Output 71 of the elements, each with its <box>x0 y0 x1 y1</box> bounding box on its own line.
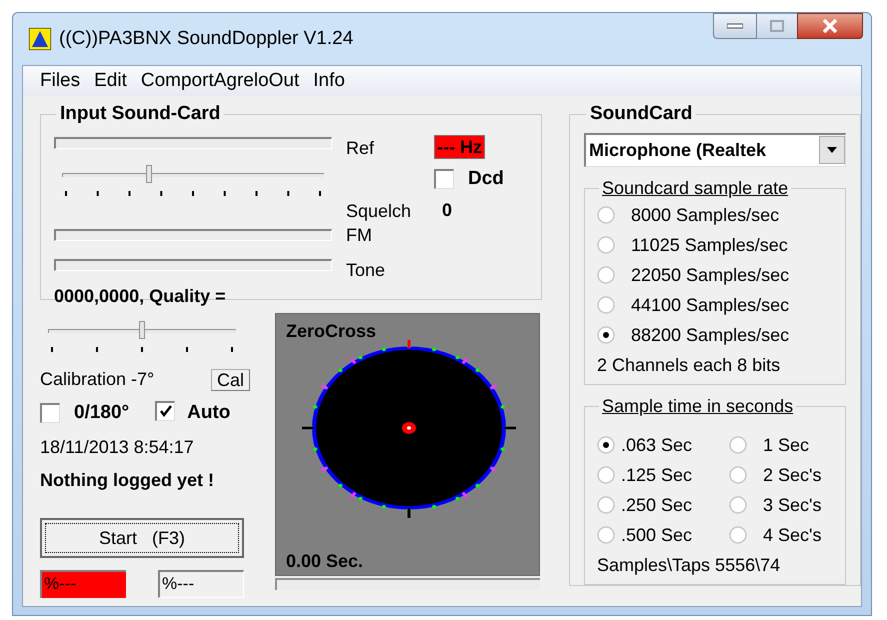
dropdown-arrow-icon <box>827 147 837 153</box>
app-logo-icon <box>29 28 51 50</box>
slider-thumb[interactable] <box>146 164 152 182</box>
radio-button[interactable] <box>729 496 747 514</box>
radio-button[interactable] <box>597 436 615 454</box>
menu-item[interactable]: Edit <box>87 66 134 96</box>
checkbox-label: 0/180° <box>74 401 130 425</box>
group-title: SoundCard <box>589 102 694 126</box>
radio-button[interactable] <box>597 296 615 314</box>
checkbox-label: Auto <box>187 401 230 425</box>
radio-button[interactable] <box>597 236 615 254</box>
squelch-value: 0 <box>442 199 454 222</box>
minimize-icon <box>727 23 743 29</box>
menu-item[interactable]: Files <box>33 66 88 96</box>
frequency-readout: --- Hz <box>434 134 485 158</box>
radio-button[interactable] <box>597 526 615 544</box>
menu-item[interactable]: ComportAgreloOut <box>134 66 306 96</box>
minimize-button[interactable] <box>713 13 757 39</box>
calibration-label: Calibration -7° <box>40 368 154 391</box>
maximize-icon <box>770 20 784 32</box>
close-icon <box>822 19 838 33</box>
radio-button[interactable] <box>597 266 615 284</box>
radio-button[interactable] <box>597 326 615 344</box>
radio-label[interactable]: 44100 Samples/sec <box>631 294 790 316</box>
radio-label[interactable]: .500 Sec <box>621 524 692 546</box>
group-title: Sample time in seconds <box>601 394 794 418</box>
radio-label[interactable]: 88200 Samples/sec <box>631 324 790 346</box>
auto-checkbox[interactable] <box>155 400 176 420</box>
radio-label[interactable]: 8000 Samples/sec <box>631 204 780 226</box>
slider-label: Squelch <box>346 200 412 223</box>
checkbox-label: Dcd <box>468 166 504 190</box>
group-info: Samples\Taps 5556\74 <box>597 554 782 577</box>
radio-label[interactable]: .250 Sec <box>621 494 692 516</box>
radio-label[interactable]: 11025 Samples/sec <box>631 234 788 256</box>
radio-label[interactable]: 1 Sec <box>763 434 810 456</box>
radio-button[interactable] <box>597 206 615 224</box>
start-button[interactable]: Start (F3) <box>40 518 244 558</box>
meter-label: Tone <box>346 258 386 282</box>
dcd-checkbox[interactable] <box>434 168 454 189</box>
radio-label[interactable]: 3 Sec's <box>763 494 822 516</box>
group-title: Input Sound-Card <box>59 102 222 126</box>
radio-button[interactable] <box>597 466 615 484</box>
radio-button[interactable] <box>597 496 615 514</box>
radio-label[interactable]: 22050 Samples/sec <box>631 264 790 286</box>
position-quality: 0000,0000, Quality = <box>54 284 227 308</box>
radio-label[interactable]: 2 Sec's <box>763 464 822 486</box>
slider[interactable] <box>48 321 236 341</box>
meter-label: Ref <box>346 136 376 160</box>
slider-thumb[interactable] <box>139 321 145 339</box>
percent-field: %--- <box>158 570 244 598</box>
slider[interactable] <box>62 164 324 184</box>
timestamp: 18/11/2013 8:54:17 <box>40 436 195 458</box>
elapsed-time: 0.00 Sec. <box>286 550 364 573</box>
radio-label[interactable]: .125 Sec <box>621 464 692 486</box>
group-title: Soundcard sample rate <box>601 176 790 200</box>
radio-button[interactable] <box>729 436 747 454</box>
group-info: 2 Channels each 8 bits <box>597 354 782 376</box>
meter-label: FM <box>346 224 373 246</box>
display-title: ZeroCross <box>286 320 376 343</box>
radio-button[interactable] <box>729 466 747 484</box>
log-status: Nothing logged yet ! <box>40 468 215 492</box>
percent-field: %--- <box>40 570 126 598</box>
radio-label[interactable]: .063 Sec <box>621 434 692 456</box>
radio-label[interactable]: 4 Sec's <box>763 524 822 546</box>
radio-button[interactable] <box>729 526 747 544</box>
cal-button[interactable]: Cal <box>210 368 250 390</box>
flip-checkbox[interactable] <box>40 403 60 424</box>
menu-item[interactable]: Info <box>306 66 352 96</box>
device-dropdown[interactable]: Microphone (Realtek <box>584 132 846 166</box>
window-title: ((C))PA3BNX SoundDoppler V1.24 <box>59 26 354 51</box>
close-button[interactable] <box>797 13 863 39</box>
